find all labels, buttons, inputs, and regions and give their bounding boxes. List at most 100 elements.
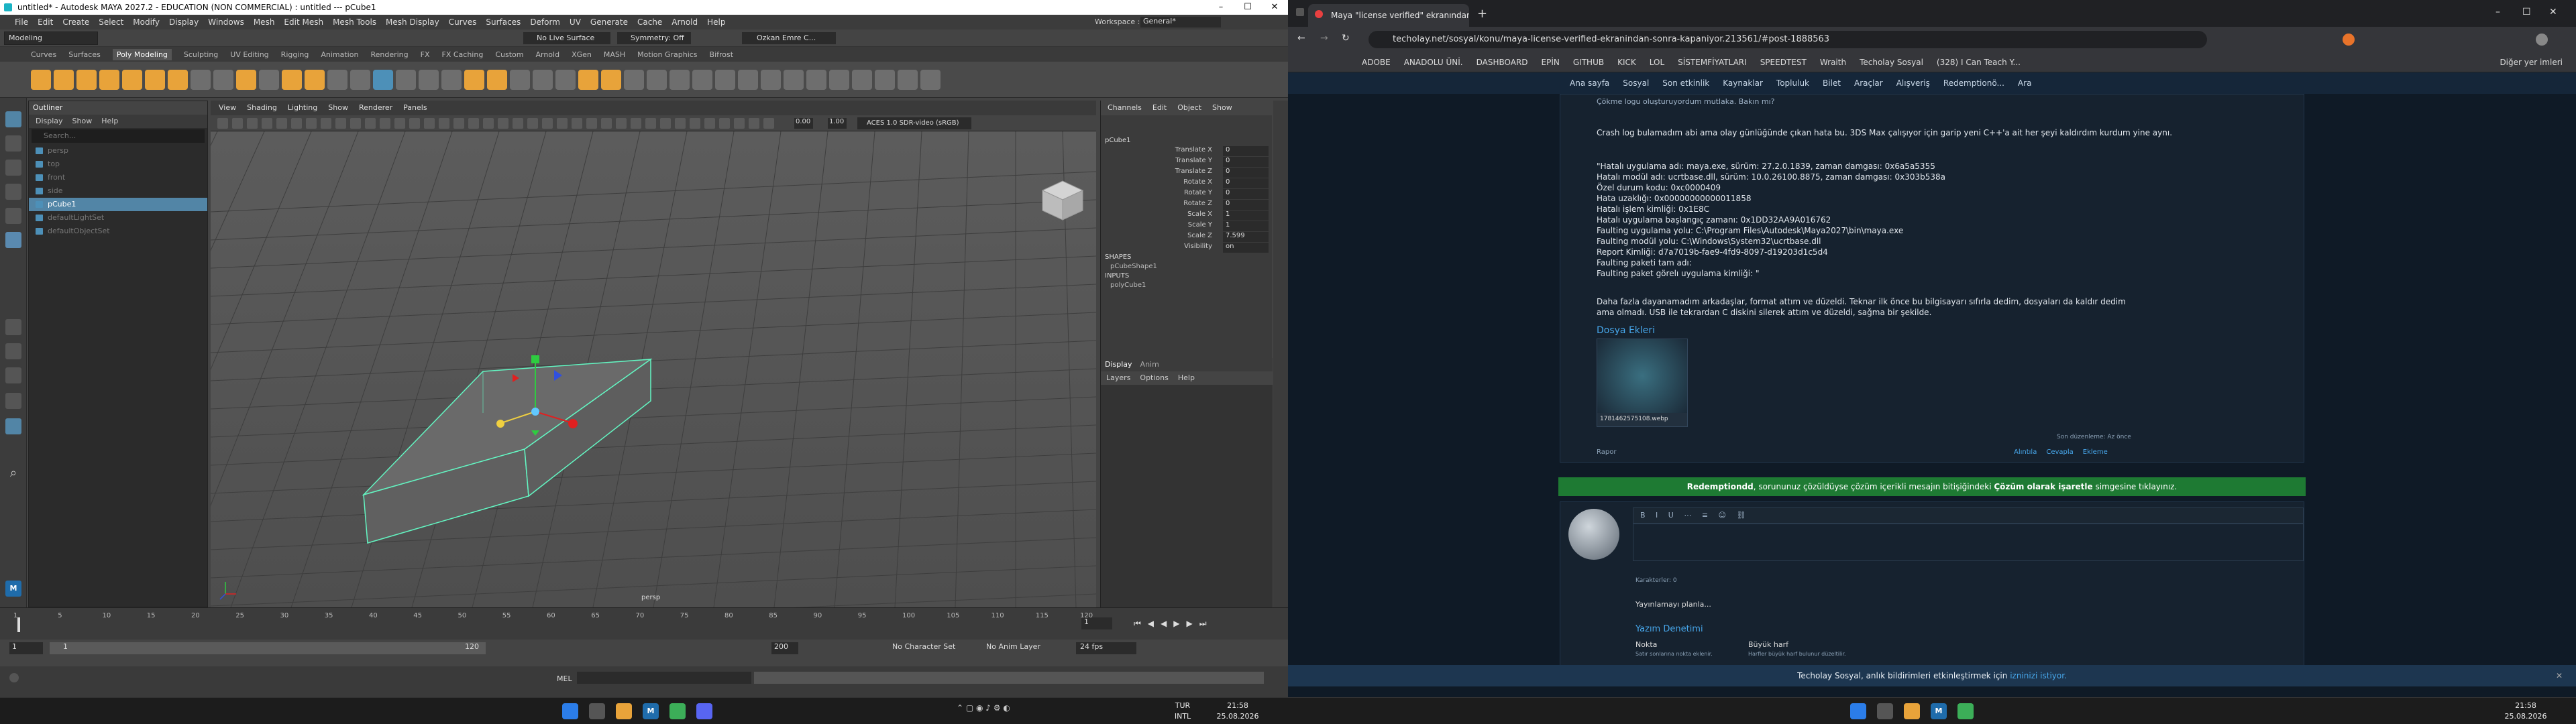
shelf-tab-12[interactable]: XGen bbox=[572, 50, 592, 59]
input-node[interactable]: polyCube1 bbox=[1101, 282, 1273, 291]
viewport-menu-1[interactable]: Shading bbox=[247, 101, 277, 115]
option-capital[interactable]: Büyük harf bbox=[1748, 640, 1788, 649]
menu-item-15[interactable]: Generate bbox=[590, 17, 628, 27]
shelf-tool-icon[interactable] bbox=[647, 70, 667, 90]
attachment-name[interactable]: 1781462575108.webp bbox=[1597, 413, 1687, 425]
site-nav-8[interactable]: Redemptionö... bbox=[1943, 78, 2004, 88]
viewport-tool-icon[interactable] bbox=[291, 118, 302, 129]
search-taskbar-icon[interactable] bbox=[589, 703, 605, 719]
shelf-tool-icon[interactable] bbox=[784, 70, 804, 90]
shelf-tool-icon[interactable] bbox=[373, 70, 393, 90]
add-action[interactable]: Ekleme bbox=[2083, 448, 2108, 456]
maya-taskbar-icon-2[interactable]: M bbox=[1931, 703, 1947, 719]
tab-menu-icon[interactable] bbox=[1296, 8, 1304, 16]
maya-m-icon[interactable]: M bbox=[5, 581, 21, 597]
bookmark-5[interactable]: KICK bbox=[1617, 58, 1636, 67]
viewport-tool-icon[interactable] bbox=[394, 118, 405, 129]
viewport-tool-icon[interactable] bbox=[483, 118, 494, 129]
viewport-tool-icon[interactable] bbox=[542, 118, 553, 129]
workspace-select[interactable]: General* bbox=[1140, 17, 1221, 27]
bookmark-6[interactable]: LOL bbox=[1650, 58, 1664, 67]
menu-item-10[interactable]: Mesh Display bbox=[386, 17, 439, 27]
paint-select-icon[interactable] bbox=[5, 160, 21, 176]
channel-value[interactable]: on bbox=[1223, 243, 1269, 253]
shelf-tool-icon[interactable] bbox=[738, 70, 758, 90]
site-nav-1[interactable]: Sosyal bbox=[1623, 78, 1649, 88]
shelf-tool-icon[interactable] bbox=[510, 70, 530, 90]
menu-item-9[interactable]: Mesh Tools bbox=[333, 17, 376, 27]
current-frame-input[interactable]: 1 bbox=[1081, 617, 1112, 629]
viewport-menu-4[interactable]: Renderer bbox=[359, 101, 392, 115]
layout-icon[interactable] bbox=[5, 367, 21, 383]
shelf-tool-icon[interactable] bbox=[624, 70, 644, 90]
shelf-tab-3[interactable]: Sculpting bbox=[184, 50, 218, 59]
move-tool-icon[interactable] bbox=[5, 184, 21, 200]
shelf-tool-icon[interactable] bbox=[806, 70, 826, 90]
shelf-tool-icon[interactable] bbox=[54, 70, 74, 90]
viewport-tool-icon[interactable] bbox=[247, 118, 258, 129]
shelf-tool-icon[interactable] bbox=[715, 70, 735, 90]
mel-label[interactable]: MEL bbox=[557, 674, 572, 683]
shelf-tab-11[interactable]: Arnold bbox=[535, 50, 559, 59]
channel-row[interactable]: Rotate Y 0 bbox=[1101, 189, 1273, 200]
browser-minimize-button[interactable]: – bbox=[2496, 7, 2500, 17]
site-nav-9[interactable]: Ara bbox=[2018, 78, 2032, 88]
system-tray-icons[interactable]: ⌃ ▢ ◉ ♪ ⚙ ◐ bbox=[957, 703, 1077, 719]
viewport-menu-5[interactable]: Panels bbox=[403, 101, 427, 115]
site-nav-6[interactable]: Araçlar bbox=[1854, 78, 1883, 88]
bookmark-1[interactable]: ANADOLU ÜNİ. bbox=[1404, 58, 1463, 67]
viewport-tool-icon[interactable] bbox=[734, 118, 745, 129]
shelf-tool-icon[interactable] bbox=[852, 70, 872, 90]
shelf-tool-icon[interactable] bbox=[145, 70, 165, 90]
tab-anim[interactable]: Anim bbox=[1140, 358, 1159, 371]
viewport-tool-icon[interactable] bbox=[586, 118, 597, 129]
reply-textarea[interactable] bbox=[1633, 524, 2304, 561]
viewport-tool-icon[interactable] bbox=[749, 118, 759, 129]
playback-controls[interactable]: ⏮◀◀▶▶⏭ bbox=[1134, 619, 1214, 629]
help-menu[interactable]: Help bbox=[1178, 371, 1195, 385]
profile-avatar[interactable] bbox=[2536, 34, 2548, 46]
menu-item-12[interactable]: Surfaces bbox=[486, 17, 521, 27]
shape-node[interactable]: pCubeShape1 bbox=[1101, 263, 1273, 272]
shelf-tool-icon[interactable] bbox=[76, 70, 97, 90]
shelf-tool-icon[interactable] bbox=[259, 70, 279, 90]
menu-item-13[interactable]: Deform bbox=[530, 17, 560, 27]
bookmark-3[interactable]: EPİN bbox=[1542, 58, 1560, 67]
shelf-tool-icon[interactable] bbox=[350, 70, 370, 90]
viewport-tool-icon[interactable] bbox=[335, 118, 346, 129]
viewport-tool-icon[interactable] bbox=[306, 118, 317, 129]
address-bar[interactable]: techolay.net/sosyal/konu/maya-license-ve… bbox=[1368, 31, 2207, 48]
shelf-tool-icon[interactable] bbox=[441, 70, 462, 90]
outliner-item[interactable]: defaultLightSet bbox=[29, 211, 207, 225]
channel-row[interactable]: Translate Y 0 bbox=[1101, 157, 1273, 168]
viewport-tool-icon[interactable] bbox=[719, 118, 730, 129]
bookmark-7[interactable]: SİSTEMFİYATLARI bbox=[1678, 58, 1747, 67]
minimize-button[interactable]: – bbox=[1208, 0, 1234, 15]
menu-item-11[interactable]: Curves bbox=[449, 17, 477, 27]
clock-2[interactable]: 21:58 25.08.2026 bbox=[2502, 701, 2549, 722]
channel-value[interactable]: 0 bbox=[1223, 157, 1269, 167]
viewport-tool-icon[interactable] bbox=[232, 118, 243, 129]
shelf-tool-icon[interactable] bbox=[213, 70, 233, 90]
viewport-tool-icon[interactable] bbox=[645, 118, 656, 129]
shelf-tool-icon[interactable] bbox=[578, 70, 598, 90]
attachment-thumbnail[interactable] bbox=[1597, 339, 1687, 413]
shelf-tab-4[interactable]: UV Editing bbox=[230, 50, 268, 59]
shelf-tool-icon[interactable] bbox=[122, 70, 142, 90]
reply-action[interactable]: Cevapla bbox=[2046, 448, 2073, 456]
character-set-select[interactable]: No Character Set bbox=[885, 642, 966, 654]
shelf-tool-icon[interactable] bbox=[327, 70, 347, 90]
viewport-tool-icon[interactable] bbox=[763, 118, 774, 129]
menu-item-14[interactable]: UV bbox=[570, 17, 581, 27]
shelf-tab-7[interactable]: Rendering bbox=[370, 50, 408, 59]
outliner-menu-0[interactable]: Display bbox=[36, 115, 63, 128]
menu-item-0[interactable]: File bbox=[15, 17, 28, 27]
shelf-tool-icon[interactable] bbox=[396, 70, 416, 90]
menu-item-18[interactable]: Help bbox=[707, 17, 725, 27]
schedule-checkbox[interactable]: Yayınlamayı planla... bbox=[1635, 600, 1711, 609]
channel-row[interactable]: Scale X 1 bbox=[1101, 210, 1273, 221]
rotate-tool-icon[interactable] bbox=[5, 208, 21, 224]
menu-item-17[interactable]: Arnold bbox=[672, 17, 698, 27]
shelf-tool-icon[interactable] bbox=[419, 70, 439, 90]
viewport-tool-icon[interactable] bbox=[675, 118, 686, 129]
